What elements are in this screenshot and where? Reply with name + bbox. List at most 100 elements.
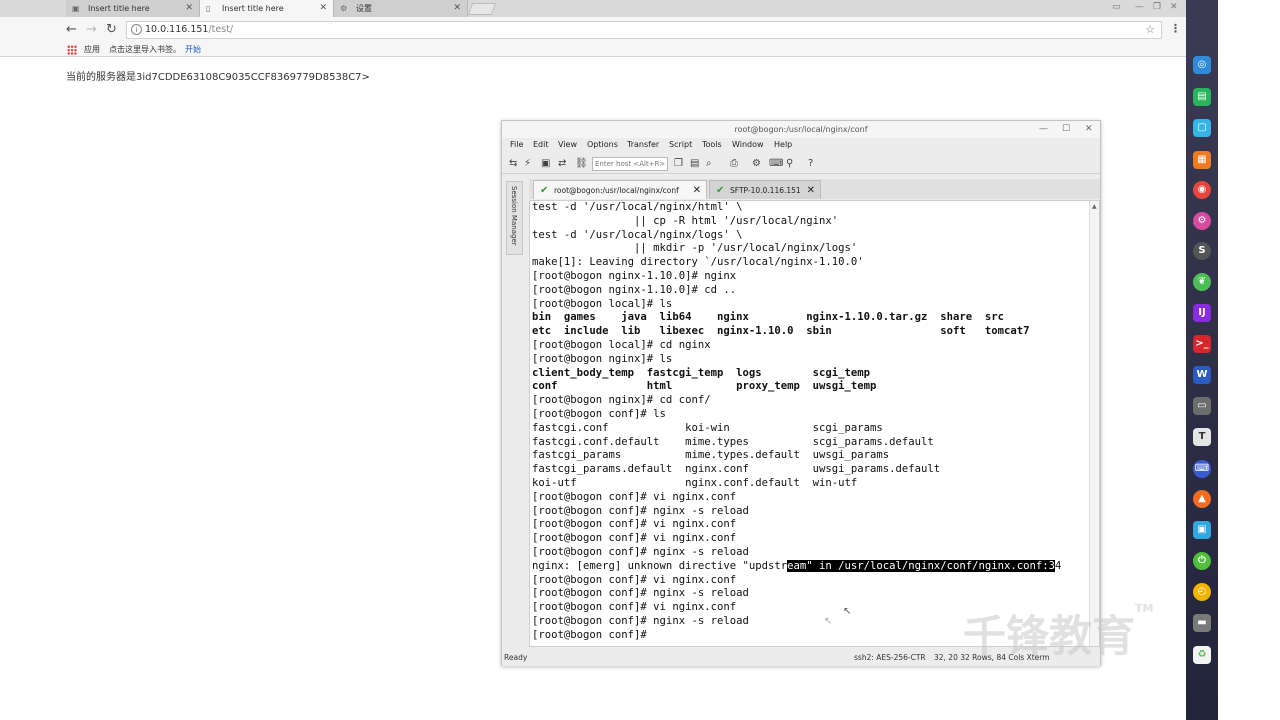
keyboard-icon[interactable]: ⌨ [1193, 460, 1211, 478]
terminal-line: [root@bogon conf]# ls [532, 407, 666, 420]
terminal-output: test -d '/usr/local/nginx/html' \ || cp … [532, 201, 1082, 643]
terminal-icon[interactable]: >_ [1193, 335, 1211, 353]
minimize-icon[interactable]: — [1039, 121, 1048, 137]
menu-options[interactable]: Options [587, 140, 618, 149]
mouse-trail-icon: ↖ [824, 616, 833, 627]
user-icon[interactable]: ▭ [1112, 0, 1121, 14]
import-bookmarks-text: 点击这里导入书签。 [109, 45, 181, 54]
menu-tools[interactable]: Tools [702, 140, 722, 149]
menu-window[interactable]: Window [732, 140, 764, 149]
close-tab-icon[interactable]: ✕ [807, 181, 815, 200]
print-icon[interactable]: ⎙ [730, 158, 738, 170]
close-window-icon[interactable]: ✕ [1170, 0, 1178, 14]
maximize-icon[interactable]: ☐ [1062, 121, 1070, 137]
status-ready: Ready [504, 653, 528, 662]
terminal-error-line: nginx: [emerg] unknown directive "updstr… [532, 559, 1082, 574]
minimize-icon[interactable]: — [1135, 0, 1144, 14]
reconnect-icon[interactable]: ⇄ [558, 158, 566, 170]
power-icon[interactable]: ⏻ [1193, 552, 1211, 570]
terminal-line: bin games java lib64 nginx nginx-1.10.0.… [532, 311, 1004, 324]
connect-icon[interactable]: ⇆ [509, 158, 517, 170]
terminal-line: koi-utf nginx.conf.default win-utf [532, 476, 858, 489]
terminal-line: [root@bogon conf]# vi nginx.conf [532, 532, 737, 545]
settings-icon[interactable]: ⚙ [1193, 212, 1211, 230]
session-icon[interactable]: ▣ [541, 158, 550, 170]
disk-icon[interactable]: ▭ [1193, 397, 1211, 415]
terminal-scrollbar[interactable]: ▲ [1089, 201, 1099, 646]
tab-insert-title-2[interactable]: ▯ Insert title here ✕ [200, 0, 334, 17]
terminal-line: fastcgi_params mime.types.default uwsgi_… [532, 449, 890, 462]
info-icon[interactable]: i [131, 24, 142, 35]
box-icon[interactable]: ▢ [1193, 119, 1211, 137]
terminal-line: test -d '/usr/local/nginx/html' \ [532, 201, 743, 213]
screenshot-icon[interactable]: ▣ [1193, 521, 1211, 539]
quick-connect-icon[interactable]: ⚡ [524, 158, 531, 170]
terminal-screen[interactable]: test -d '/usr/local/nginx/html' \ || cp … [529, 200, 1100, 647]
terminal-line: conf html proxy_temp uwsgi_temp [532, 380, 877, 393]
s-app-icon[interactable]: S [1193, 242, 1211, 260]
address-bar[interactable]: i 10.0.116.151/test/ ☆ [126, 21, 1162, 39]
page-icon: ▯ [206, 4, 211, 13]
copy-icon[interactable]: ❐ [674, 158, 683, 170]
reload-icon[interactable]: ↻ [106, 22, 117, 38]
import-bookmarks-link[interactable]: 开始 [185, 44, 201, 55]
menu-script[interactable]: Script [669, 140, 692, 149]
back-icon[interactable]: ← [66, 22, 77, 38]
new-tab-button[interactable] [467, 3, 497, 15]
close-tab-icon[interactable]: ✕ [693, 181, 701, 200]
forward-icon[interactable]: → [86, 22, 97, 38]
tab-label: 设置 [356, 4, 372, 13]
keymap-icon[interactable]: ⌨ [769, 158, 783, 170]
tab-label: Insert title here [222, 4, 284, 13]
word-icon[interactable]: W [1193, 366, 1211, 384]
settings-icon[interactable]: ⚙ [752, 158, 761, 170]
tab-settings[interactable]: ⚙ 设置 ✕ [334, 0, 468, 17]
bookmark-star-icon[interactable]: ☆ [1145, 23, 1155, 36]
bookmarks-bar: 应用 点击这里导入书签。 开始 [0, 43, 1186, 57]
leaf-icon[interactable]: ❦ [1193, 273, 1211, 291]
intellij-icon[interactable]: IJ [1193, 304, 1211, 322]
terminal-line: [root@bogon conf]# nginx -s reload [532, 587, 749, 600]
apps-icon[interactable] [67, 45, 77, 55]
close-icon[interactable]: ✕ [453, 0, 461, 17]
files-icon[interactable]: ▤ [1193, 88, 1211, 106]
text-editor-icon[interactable]: T [1193, 428, 1211, 446]
tab-insert-title-1[interactable]: ▣ Insert title here ✕ [66, 0, 200, 17]
store-icon[interactable]: ▦ [1193, 151, 1211, 169]
menu-view[interactable]: View [558, 140, 577, 149]
terminal-line: etc include lib libexec nginx-1.10.0 sbi… [532, 325, 1030, 338]
session-manager-panel[interactable]: Session Manager [506, 181, 523, 255]
menu-file[interactable]: File [510, 140, 523, 149]
menu-help[interactable]: Help [774, 140, 792, 149]
find-icon[interactable]: ⌕ [706, 158, 712, 170]
scroll-up-icon[interactable]: ▲ [1092, 203, 1097, 210]
help-icon[interactable]: ? [808, 158, 813, 170]
menu-bar: File Edit View Options Transfer Script T… [502, 138, 1100, 153]
sftp-icon[interactable]: ⚲ [786, 158, 793, 170]
upload-icon[interactable]: ▲ [1193, 490, 1211, 508]
paste-icon[interactable]: ▤ [690, 158, 699, 170]
check-icon: ✔ [540, 185, 549, 196]
terminal-line: [root@bogon local]# ls [532, 297, 673, 310]
disconnect-icon[interactable]: ⛓ [575, 158, 588, 170]
trash-icon[interactable]: ♻ [1193, 646, 1211, 664]
close-icon[interactable]: ✕ [319, 0, 327, 17]
session-tab-sftp[interactable]: ✔ SFTP-10.0.116.151 ✕ [709, 180, 821, 199]
host-input[interactable] [592, 157, 668, 171]
drive-icon[interactable]: ▬ [1193, 614, 1211, 632]
chrome-icon[interactable]: ◉ [1193, 181, 1211, 199]
apps-link[interactable]: 应用 [84, 44, 100, 55]
terminal-line: test -d '/usr/local/nginx/logs' \ [532, 228, 743, 241]
close-icon[interactable]: ✕ [1085, 121, 1093, 137]
restore-icon[interactable]: ❐ [1153, 0, 1161, 14]
terminal-line: [root@bogon conf]# nginx -s reload [532, 504, 749, 517]
menu-edit[interactable]: Edit [533, 140, 549, 149]
clock-icon[interactable]: ◴ [1193, 583, 1211, 601]
menu-transfer[interactable]: Transfer [627, 140, 659, 149]
network-icon[interactable]: ◎ [1193, 56, 1211, 74]
session-tab-conf[interactable]: ✔ root@bogon:/usr/local/nginx/conf ✕ [533, 180, 707, 199]
menu-dots-icon[interactable]: ⋮ [1170, 22, 1181, 35]
terminal-line: [root@bogon conf]# vi nginx.conf [532, 518, 737, 531]
url-text[interactable]: 10.0.116.151/test/ [145, 24, 233, 35]
close-icon[interactable]: ✕ [185, 0, 193, 17]
